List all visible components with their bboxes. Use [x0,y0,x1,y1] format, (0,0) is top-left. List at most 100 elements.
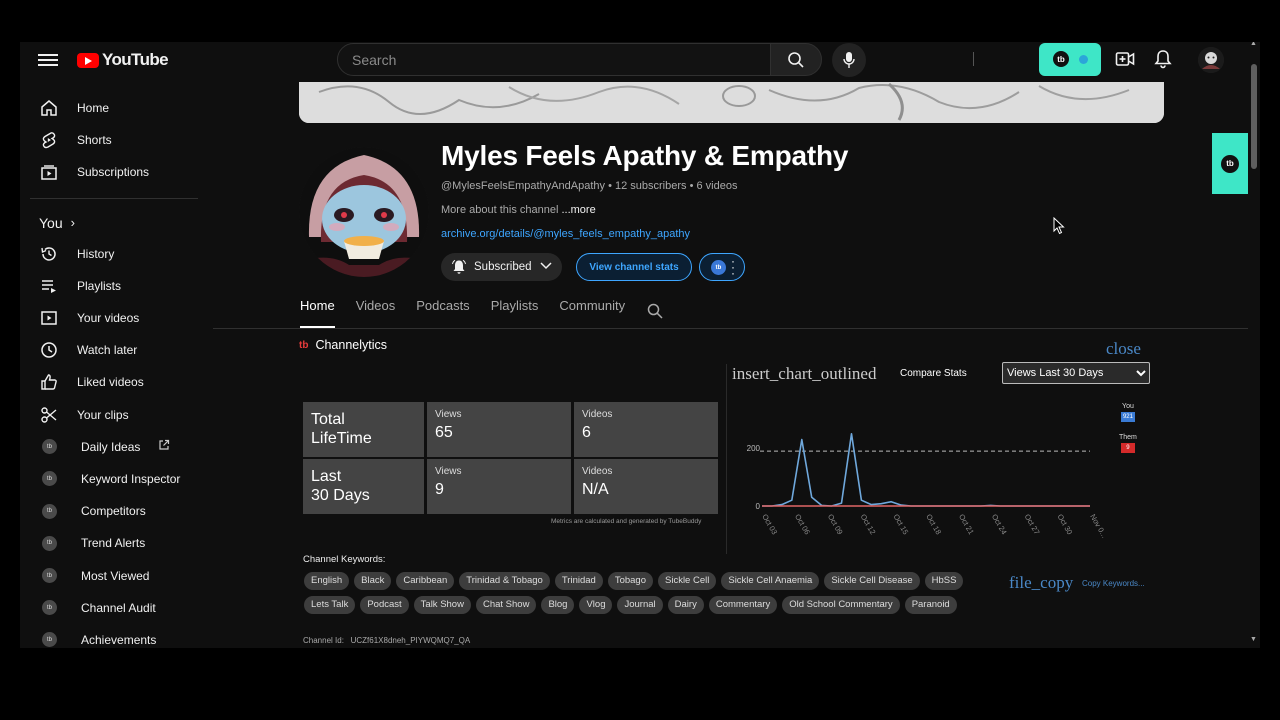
tab-community[interactable]: Community [559,298,625,328]
tab-home[interactable]: Home [300,298,335,328]
keyword-chip[interactable]: Old School Commentary [782,596,900,614]
keyword-chip[interactable]: Sickle Cell Disease [824,572,920,590]
channel-avatar[interactable] [299,147,429,277]
sidebar-item-keyword-inspector[interactable]: tb Keyword Inspector [20,463,210,495]
keyword-chip[interactable]: Lets Talk [304,596,356,614]
sidebar-item-most-viewed[interactable]: tb Most Viewed [20,559,210,591]
tubebuddy-icon: tb [42,632,57,648]
voice-search-button[interactable] [832,43,866,77]
last30-videos-cell: Videos N/A [574,459,718,514]
notifications-button[interactable] [1154,49,1172,74]
tubebuddy-side-tab[interactable]: tb [1212,133,1248,194]
search-icon [788,52,804,68]
legend-you: You 921 [1120,403,1135,422]
x-tick-label: Oct 18 [924,513,943,537]
keyword-chip[interactable]: Tobago [607,572,653,590]
keyword-chip[interactable]: Sickle Cell [658,572,717,590]
keyword-chip[interactable]: Blog [541,596,575,614]
sidebar-item-daily-ideas[interactable]: tb Daily Ideas [20,431,210,463]
views-line-chart: 0 200 Oct 03 Oct 06 Oct 09 Oct 12 Oct 15 Oct 18… [747,433,1109,540]
file-copy-icon[interactable]: file_copy [1009,573,1073,593]
sidebar-item-your-videos[interactable]: Your videos [20,302,210,334]
keyword-chip[interactable]: Black [354,572,392,590]
copy-keywords-link[interactable]: Copy Keywords... [1082,579,1145,588]
sidebar-item-trend-alerts[interactable]: tb Trend Alerts [20,527,210,559]
y-tick-label: 0 [756,502,761,511]
your-videos-icon [40,309,58,327]
legend-them: Them 9 [1119,434,1137,453]
bell-filled-icon [452,259,466,274]
keyword-chip[interactable]: Vlog [579,596,613,614]
tubebuddy-icon: tb [42,535,57,551]
keyword-chip[interactable]: Talk Show [413,596,471,614]
channelytics-close-button[interactable]: close [1106,339,1141,359]
more-link[interactable]: ...more [558,204,595,216]
keyword-chip[interactable]: Podcast [360,596,409,614]
search-button[interactable] [770,43,822,76]
last30-label-cell: Last 30 Days [303,459,424,514]
keyword-chip[interactable]: Paranoid [904,596,957,614]
sidebar-item-playlists[interactable]: Playlists [20,270,210,302]
scroll-down-arrow-icon[interactable]: ▼ [1250,636,1257,643]
watch-later-icon [40,341,58,359]
period-select[interactable]: Views Last 30 Days [1002,362,1150,384]
banner-sketch-image [299,82,1164,123]
tubebuddy-button[interactable]: tb [1039,43,1101,76]
keyword-chip[interactable]: Commentary [708,596,778,614]
x-tick-label: Nov 0... [1088,513,1109,540]
sidebar-item-channel-audit[interactable]: tb Channel Audit [20,592,210,624]
tubebuddy-icon: tb [42,439,57,455]
sidebar-item-subscriptions[interactable]: Subscriptions [20,156,210,188]
scissors-icon [40,406,58,424]
subscriptions-icon [40,163,58,181]
keyword-chip[interactable]: English [304,572,350,590]
sidebar-item-home[interactable]: Home [20,92,210,124]
scroll-up-arrow-icon[interactable]: ▲ [1250,42,1257,47]
view-channel-stats-button[interactable]: View channel stats [576,253,692,281]
tubebuddy-icon: tb [42,568,57,584]
subscribed-button[interactable]: Subscribed [441,253,562,281]
keyword-chip[interactable]: Journal [617,596,663,614]
lifetime-videos-cell: Videos 6 [574,402,718,457]
sidebar-item-competitors[interactable]: tb Competitors [20,495,210,527]
x-tick-label: Oct 03 [760,513,779,537]
x-tick-label: Oct 21 [957,513,976,537]
sidebar-item-watch-later[interactable]: Watch later [20,334,210,366]
keyword-chip[interactable]: Trinidad [554,572,603,590]
avatar-image-icon [1198,47,1224,73]
hamburger-menu-icon[interactable] [38,51,58,69]
channel-id: Channel Id: UCZf61X8dneh_PIYWQMQ7_QA [303,636,471,645]
sidebar-item-shorts[interactable]: Shorts [20,124,210,156]
scrollbar-thumb[interactable] [1251,64,1257,169]
tubebuddy-icon: tb [42,600,57,616]
status-dot [1079,55,1088,64]
sidebar-you-header[interactable]: You › [20,208,210,238]
sidebar-item-your-clips[interactable]: Your clips [20,399,210,431]
channel-external-link[interactable]: archive.org/details/@myles_feels_empathy… [441,228,690,240]
search-input[interactable] [338,44,770,75]
microphone-icon [843,52,855,68]
channel-search-icon[interactable] [647,303,663,324]
tab-podcasts[interactable]: Podcasts [416,298,469,328]
keyword-chip[interactable]: HbSS [924,572,964,590]
channel-about[interactable]: More about this channel ...more [441,204,596,216]
tubebuddy-channel-menu[interactable]: tb · · · [699,253,745,281]
sidebar-item-liked-videos[interactable]: Liked videos [20,366,210,398]
shorts-icon [40,131,58,149]
keyword-chip[interactable]: Dairy [667,596,704,614]
home-icon [40,99,58,117]
sidebar-item-history[interactable]: History [20,238,210,270]
account-avatar[interactable] [1198,47,1224,73]
keyword-chip[interactable]: Chat Show [475,596,537,614]
tubebuddy-icon: tb [42,503,57,519]
tab-playlists[interactable]: Playlists [491,298,539,328]
youtube-logo[interactable]: YouTube [77,50,169,70]
insert-chart-icon: insert_chart_outlined [732,364,877,383]
create-button[interactable] [1115,50,1135,73]
sidebar-item-achievements[interactable]: tb Achievements [20,624,210,648]
keyword-chip[interactable]: Trinidad & Tobago [459,572,550,590]
tab-videos[interactable]: Videos [356,298,396,328]
keyword-chip[interactable]: Caribbean [396,572,455,590]
keyword-chip[interactable]: Sickle Cell Anaemia [721,572,820,590]
page-scrollbar[interactable]: ▲ ▼ [1248,42,1260,648]
